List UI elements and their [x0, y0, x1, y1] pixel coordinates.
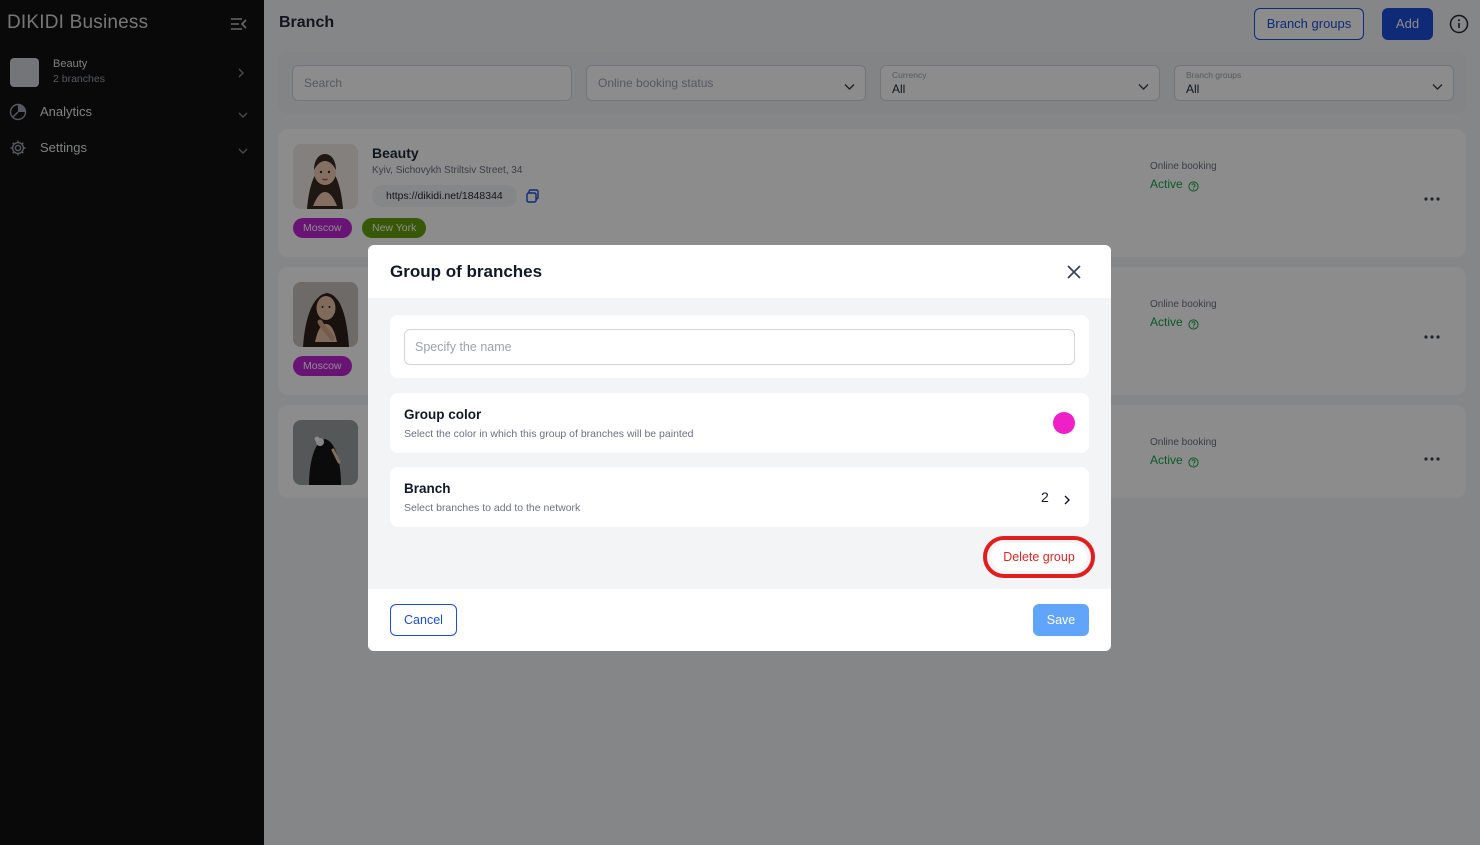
group-name-input[interactable] [404, 329, 1075, 365]
highlight-ring: Delete group [983, 536, 1095, 578]
group-color-title: Group color [404, 407, 482, 422]
branch-section-subtitle: Select branches to add to the network [404, 502, 581, 514]
branch-select-row[interactable]: Branch Select branches to add to the net… [390, 467, 1089, 527]
group-color-subtitle: Select the color in which this group of … [404, 428, 694, 440]
cancel-button[interactable]: Cancel [390, 604, 457, 636]
save-button[interactable]: Save [1033, 604, 1089, 636]
close-icon[interactable] [1065, 263, 1083, 281]
branch-section-title: Branch [404, 481, 451, 496]
modal-footer: Cancel Save [368, 589, 1111, 651]
modal-title: Group of branches [390, 262, 543, 281]
modal-header: Group of branches [368, 245, 1111, 298]
group-of-branches-modal: Group of branches Group color Select the… [368, 245, 1111, 651]
group-color-row[interactable]: Group color Select the color in which th… [390, 393, 1089, 453]
name-section [390, 315, 1089, 378]
delete-group-button[interactable]: Delete group [991, 543, 1087, 571]
color-swatch[interactable] [1053, 412, 1075, 434]
selected-branch-count: 2 [1041, 489, 1049, 505]
chevron-right-icon [1062, 492, 1072, 505]
